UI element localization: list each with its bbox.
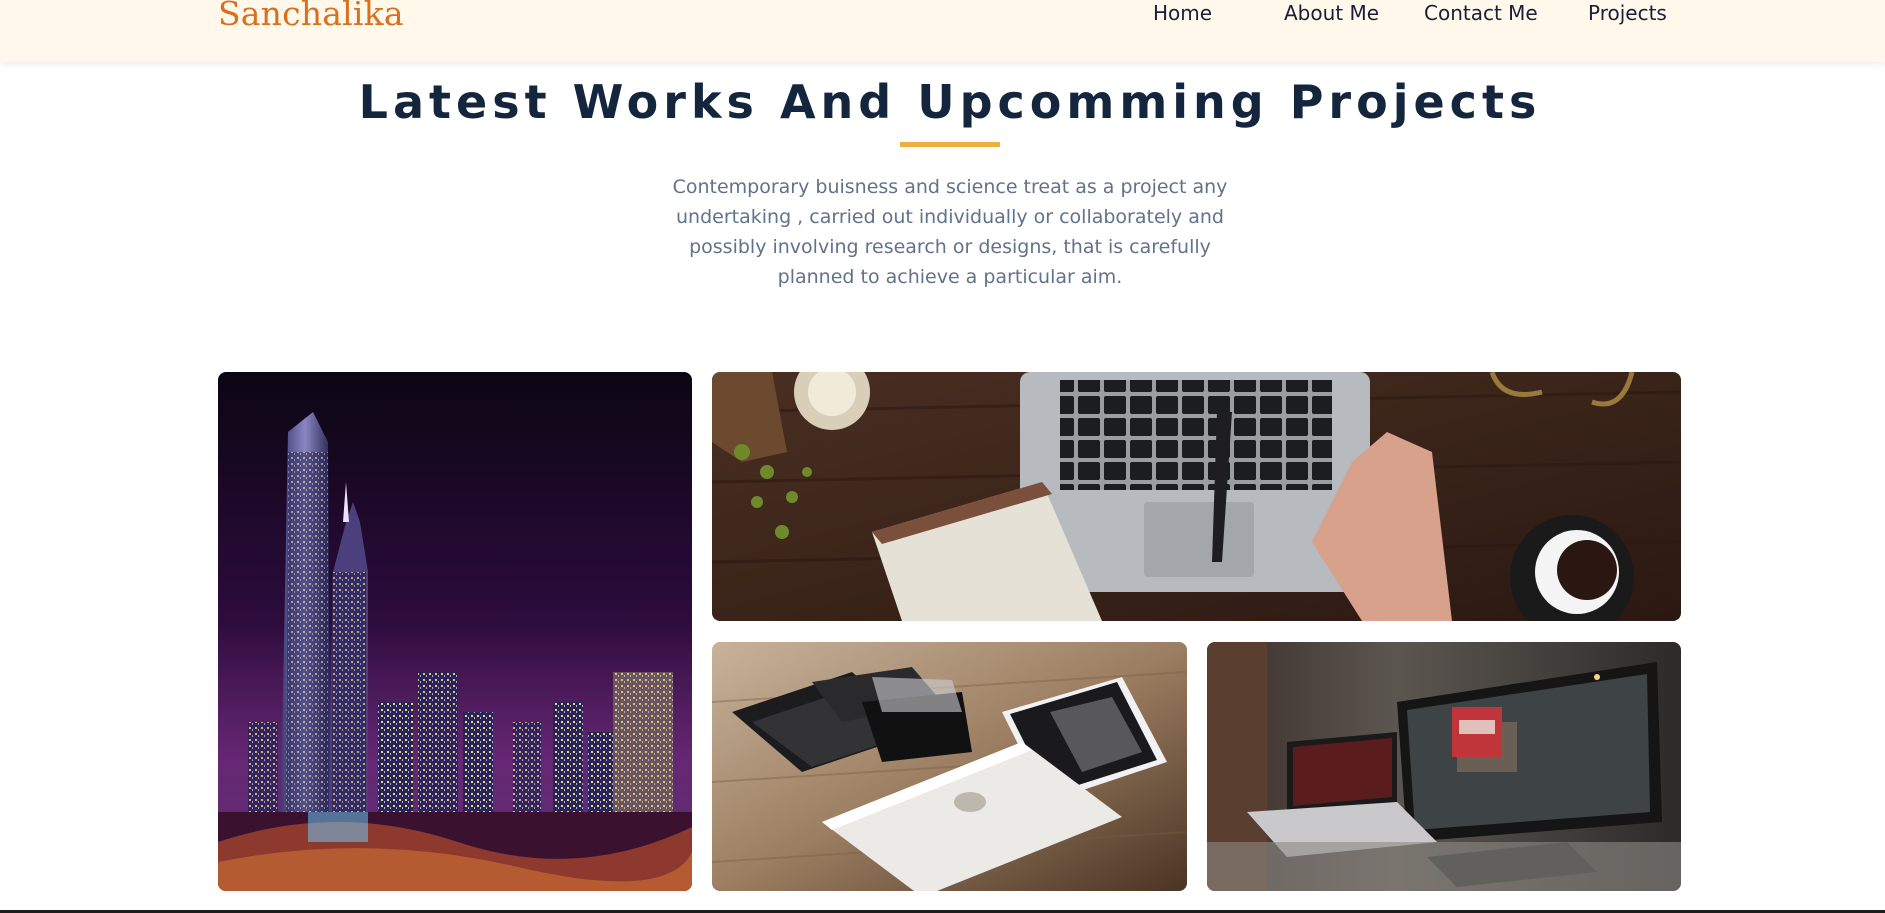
gallery-image-workspace[interactable]	[1207, 642, 1681, 891]
gallery-image-devices-table[interactable]	[712, 642, 1187, 891]
nav-link-about[interactable]: About Me	[1284, 0, 1379, 26]
devices-table-graphic	[712, 642, 1187, 891]
title-underline	[900, 142, 1000, 147]
city-skyline-graphic	[218, 372, 692, 891]
brand-logo[interactable]: Sanchalika	[218, 0, 404, 34]
laptop-desk-graphic	[712, 372, 1681, 621]
nav-link-home[interactable]: Home	[1153, 0, 1212, 26]
nav-link-contact[interactable]: Contact Me	[1424, 0, 1538, 26]
gallery-image-laptop-desk[interactable]	[712, 372, 1681, 621]
nav-link-projects[interactable]: Projects	[1588, 0, 1667, 26]
section-title: Latest Works And Upcomming Projects	[358, 75, 1542, 129]
gallery-image-city-skyline[interactable]	[218, 372, 692, 891]
section-description: Contemporary buisness and science treat …	[672, 176, 1228, 288]
navbar: Sanchalika Home About Me Contact Me Proj…	[0, 0, 1885, 62]
workspace-graphic	[1207, 642, 1681, 891]
